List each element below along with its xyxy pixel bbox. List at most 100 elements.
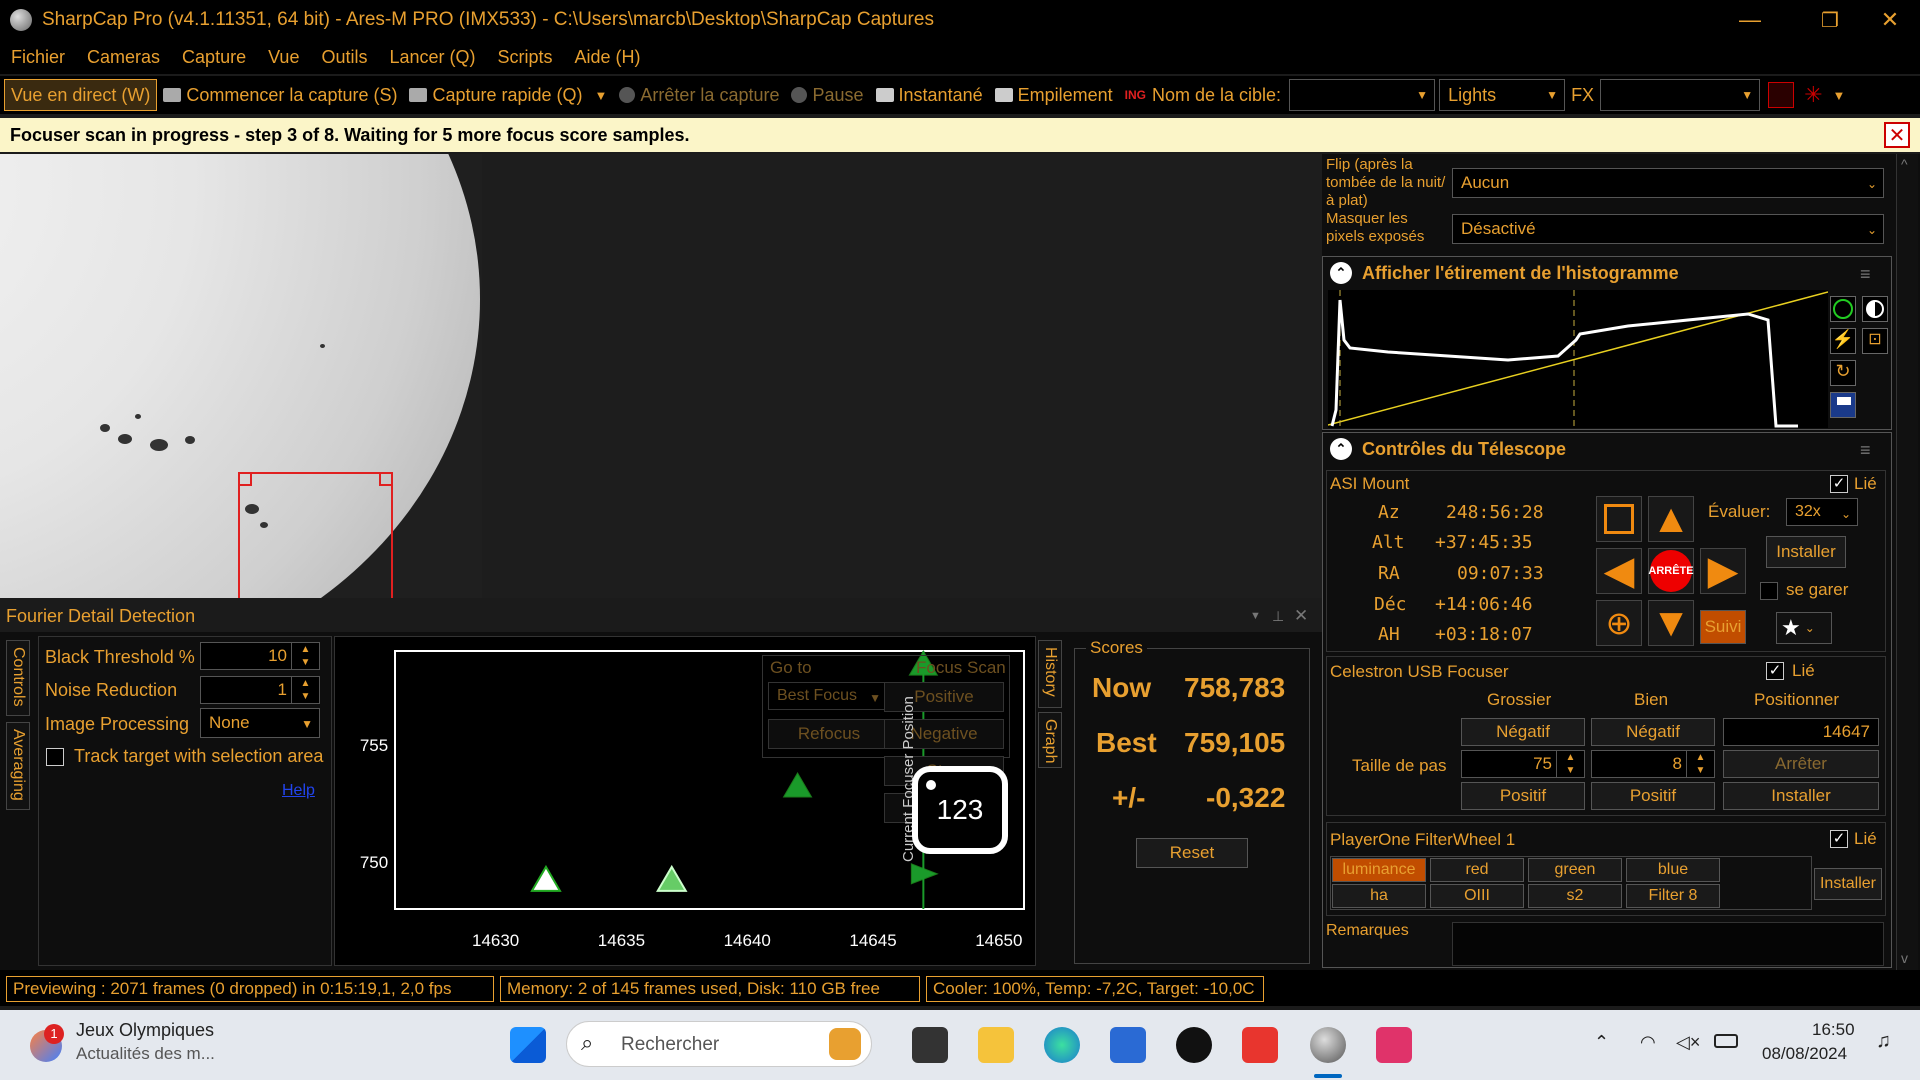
- filter-oiii[interactable]: OIII: [1430, 884, 1524, 908]
- target-type-select[interactable]: ★ ⌄: [1776, 612, 1832, 644]
- menu-launch[interactable]: Lancer (Q): [378, 47, 486, 68]
- mask-pixels-select[interactable]: Désactivé ⌄: [1452, 214, 1884, 244]
- close-icon[interactable]: ✕: [1294, 606, 1308, 626]
- histogram-contrast-button[interactable]: [1862, 296, 1888, 322]
- move-east-button[interactable]: ▶: [1700, 548, 1746, 594]
- menu-help[interactable]: Aide (H): [564, 47, 652, 68]
- quick-capture-button[interactable]: Capture rapide (Q) ▼: [403, 79, 613, 111]
- windows-start-icon[interactable]: [510, 1027, 546, 1063]
- remarks-field[interactable]: [1452, 922, 1884, 966]
- park-checkbox[interactable]: [1760, 582, 1778, 600]
- menu-icon[interactable]: ≡: [1860, 440, 1871, 461]
- histogram-lock-button[interactable]: ⊡: [1862, 328, 1888, 354]
- collapse-icon[interactable]: ⌃: [1330, 438, 1352, 460]
- resize-handle[interactable]: [379, 472, 393, 486]
- chevron-up-icon[interactable]: ⌃: [1594, 1032, 1609, 1053]
- maximize-button[interactable]: ❐: [1800, 0, 1860, 40]
- sharpcap-taskbar-icon[interactable]: [1310, 1027, 1346, 1063]
- close-button[interactable]: ✕: [1860, 0, 1920, 40]
- histogram-power-button[interactable]: [1830, 296, 1856, 322]
- frame-type-select[interactable]: Lights ▼: [1439, 79, 1566, 111]
- filter-s2[interactable]: s2: [1528, 884, 1622, 908]
- focuser-stop-button[interactable]: Arrêter: [1723, 750, 1879, 778]
- tab-averaging[interactable]: Averaging: [6, 722, 30, 810]
- filter-8[interactable]: Filter 8: [1626, 884, 1720, 908]
- refocus-button[interactable]: Refocus: [768, 719, 890, 749]
- battery-icon[interactable]: [1714, 1034, 1738, 1048]
- widget-title[interactable]: Jeux Olympiques: [76, 1020, 214, 1041]
- menu-view[interactable]: Vue: [257, 47, 310, 68]
- notification-bell-icon[interactable]: ♫: [1876, 1030, 1891, 1053]
- move-north-button[interactable]: ▲: [1648, 496, 1694, 542]
- track-target-checkbox[interactable]: [46, 748, 64, 766]
- menu-scripts[interactable]: Scripts: [487, 47, 564, 68]
- move-west-button[interactable]: ◀: [1596, 548, 1642, 594]
- camera-preview[interactable]: [0, 154, 482, 598]
- close-notice-button[interactable]: ✕: [1884, 122, 1910, 148]
- black-threshold-input[interactable]: 10 ▲ ▼: [200, 642, 320, 670]
- fine-negative-button[interactable]: Négatif: [1591, 718, 1715, 746]
- astro-app-icon[interactable]: [1376, 1027, 1412, 1063]
- live-view-button[interactable]: Vue en direct (W): [4, 79, 158, 111]
- record-icon[interactable]: [1768, 82, 1795, 108]
- fx-select[interactable]: ▼: [1600, 79, 1761, 111]
- coarse-positive-button[interactable]: Positif: [1461, 782, 1585, 810]
- filter-luminance[interactable]: luminance: [1332, 858, 1426, 882]
- telescope-header[interactable]: ⌃ Contrôles du Télescope: [1330, 438, 1566, 460]
- minimize-button[interactable]: —: [1720, 0, 1780, 40]
- selection-rectangle[interactable]: [238, 472, 393, 598]
- stacking-button[interactable]: Empilement: [989, 79, 1119, 111]
- histogram-header[interactable]: ⌃ Afficher l'étirement de l'histogramme: [1330, 262, 1679, 284]
- noise-reduction-input[interactable]: 1 ▲ ▼: [200, 676, 320, 704]
- target-name-select[interactable]: ▼: [1289, 79, 1436, 111]
- crosshair-icon[interactable]: ✳: [1804, 82, 1822, 108]
- chevron-down-icon[interactable]: ▼: [1833, 88, 1846, 103]
- snapshot-button[interactable]: Instantané: [870, 79, 989, 111]
- help-link[interactable]: Help: [282, 782, 315, 800]
- coarse-negative-button[interactable]: Négatif: [1461, 718, 1585, 746]
- right-scrollbar[interactable]: ^ v: [1896, 154, 1918, 970]
- stop-capture-button[interactable]: Arrêter la capture: [613, 79, 785, 111]
- flip-select[interactable]: Aucun ⌄: [1452, 168, 1884, 198]
- histogram-auto-button[interactable]: ⚡: [1830, 328, 1856, 354]
- wifi-icon[interactable]: ◠: [1640, 1032, 1656, 1053]
- fine-step-input[interactable]: 8 ▲ ▼: [1591, 750, 1715, 778]
- fine-positive-button[interactable]: Positif: [1591, 782, 1715, 810]
- coarse-step-input[interactable]: 75 ▲ ▼: [1461, 750, 1585, 778]
- clock-date[interactable]: 08/08/2024: [1762, 1044, 1847, 1064]
- tab-history[interactable]: History: [1038, 640, 1062, 708]
- microsoft-store-icon[interactable]: [1110, 1027, 1146, 1063]
- pause-button[interactable]: Pause: [785, 79, 869, 111]
- focuser-linked-checkbox[interactable]: ✓: [1766, 662, 1784, 680]
- filter-ha[interactable]: ha: [1332, 884, 1426, 908]
- chevron-down-icon[interactable]: ▼: [595, 88, 608, 103]
- stepper-icon[interactable]: ▲ ▼: [1686, 751, 1714, 777]
- start-capture-button[interactable]: Commencer la capture (S): [157, 79, 403, 111]
- scroll-down-icon[interactable]: v: [1901, 950, 1908, 966]
- speaker-muted-icon[interactable]: ◁×: [1676, 1032, 1700, 1053]
- clock-time[interactable]: 16:50: [1812, 1020, 1855, 1040]
- filterwheel-linked-checkbox[interactable]: ✓: [1830, 830, 1848, 848]
- stop-mount-button[interactable]: ARRÊTE: [1648, 548, 1694, 594]
- edge-browser-icon[interactable]: [1044, 1027, 1080, 1063]
- menu-file[interactable]: Fichier: [0, 47, 76, 68]
- rate-select[interactable]: 32x ⌄: [1786, 498, 1858, 526]
- anydesk-icon[interactable]: [1242, 1027, 1278, 1063]
- filter-blue[interactable]: blue: [1626, 858, 1720, 882]
- move-south-button[interactable]: ▼: [1648, 600, 1694, 646]
- pin-icon[interactable]: ⊥: [1272, 608, 1284, 625]
- center-target-button[interactable]: ⊕: [1596, 600, 1642, 646]
- focuser-position-field[interactable]: 14647: [1723, 718, 1879, 746]
- task-view-icon[interactable]: [912, 1027, 948, 1063]
- spiral-search-button[interactable]: [1596, 496, 1642, 542]
- menu-tools[interactable]: Outils: [310, 47, 378, 68]
- histogram-reset-button[interactable]: ↻: [1830, 360, 1856, 386]
- stepper-icon[interactable]: ▲ ▼: [291, 677, 319, 703]
- file-explorer-icon[interactable]: [978, 1027, 1014, 1063]
- goto-select[interactable]: Best Focus ▼: [768, 682, 888, 710]
- filter-red[interactable]: red: [1430, 858, 1524, 882]
- histogram-graph[interactable]: [1328, 290, 1828, 428]
- mount-linked-checkbox[interactable]: ✓: [1830, 475, 1848, 493]
- focuser-install-button[interactable]: Installer: [1723, 782, 1879, 810]
- scroll-up-icon[interactable]: ^: [1901, 156, 1908, 172]
